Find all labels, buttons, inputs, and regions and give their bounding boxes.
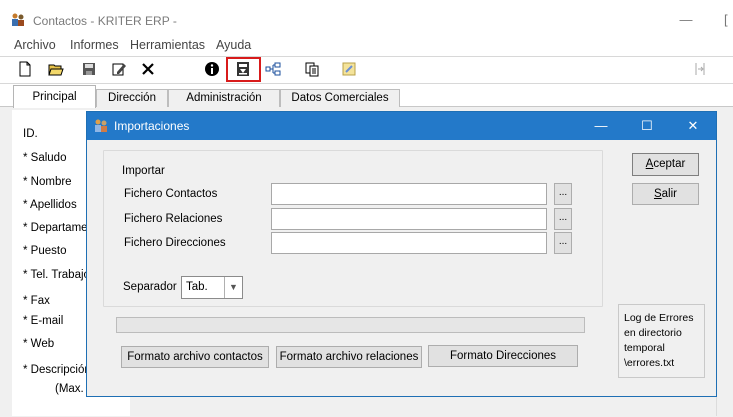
import-group-label: Importar <box>120 165 167 177</box>
dialog-maximize-button[interactable]: ☐ <box>624 112 670 140</box>
error-log-text: Log de Errores en directorio temporal \e… <box>624 312 694 369</box>
contacts-format-button[interactable]: Formato archivo contactos <box>121 346 269 368</box>
tab-principal[interactable]: Principal <box>13 85 96 108</box>
tab-administracion[interactable]: Administración <box>168 89 280 107</box>
menu-archivo[interactable]: Archivo <box>14 38 56 52</box>
app-logo-icon <box>12 13 24 26</box>
menu-ayuda[interactable]: Ayuda <box>216 38 251 52</box>
separator-label: Separador <box>123 281 177 293</box>
contacts-file-browse-button[interactable]: ... <box>554 183 572 205</box>
dialog-title-bar: Importaciones — ☐ ✕ <box>87 112 716 140</box>
contacts-file-input[interactable] <box>271 183 547 205</box>
save-icon[interactable] <box>81 61 97 77</box>
addresses-format-button[interactable]: Formato Direcciones <box>428 345 578 367</box>
field-label-puesto: * Puesto <box>23 245 67 257</box>
note-icon[interactable] <box>341 61 357 77</box>
field-label-departamento: * Departamen <box>23 222 94 234</box>
field-label-fax: * Fax <box>23 295 50 307</box>
menu-informes[interactable]: Informes <box>70 38 119 52</box>
tab-direccion[interactable]: Dirección <box>96 89 168 107</box>
exit-label: alir <box>661 188 677 200</box>
dialog-title: Importaciones <box>114 119 190 133</box>
addresses-file-browse-button[interactable]: ... <box>554 232 572 254</box>
field-label-apellidos: * Apellidos <box>23 199 77 211</box>
field-label-tel-trabajo: * Tel. Trabajo <box>23 269 90 281</box>
main-right-edge <box>716 120 733 416</box>
window-title: Contactos - KRITER ERP - <box>33 14 177 28</box>
chevron-down-icon[interactable]: ▼ <box>224 277 242 298</box>
dialog-app-icon <box>95 119 107 132</box>
menu-herramientas[interactable]: Herramientas <box>130 38 205 52</box>
relations-file-label: Fichero Relaciones <box>124 213 223 225</box>
maximize-button[interactable]: [ <box>724 12 733 28</box>
separator-value: Tab. <box>186 281 208 293</box>
delete-icon[interactable] <box>140 61 156 77</box>
tab-strip: Principal Dirección Administración Datos… <box>0 85 733 108</box>
menu-bar: Archivo Informes Herramientas Ayuda <box>0 38 733 56</box>
error-log-info-box: Log de Errores en directorio temporal \e… <box>618 304 705 378</box>
edit-icon[interactable] <box>111 61 127 77</box>
relations-format-button[interactable]: Formato archivo relaciones <box>276 346 422 368</box>
exit-button[interactable]: Salir <box>632 183 699 205</box>
separator-select[interactable]: Tab. ▼ <box>181 276 243 299</box>
tree-icon[interactable] <box>265 61 281 77</box>
contacts-file-label: Fichero Contactos <box>124 188 218 200</box>
import-dialog: Importaciones — ☐ ✕ Importar Fichero Con… <box>86 111 717 397</box>
new-file-icon[interactable] <box>17 61 33 77</box>
field-label-nombre: * Nombre <box>23 176 72 188</box>
import-progress-bar <box>116 317 585 333</box>
exit-accelerator: S <box>653 188 662 200</box>
field-label-descripcion: * Descripción <box>23 364 91 376</box>
relations-file-browse-button[interactable]: ... <box>554 208 572 230</box>
accept-button[interactable]: Aceptar <box>632 153 699 176</box>
field-label-id: ID. <box>23 128 38 140</box>
toolbar <box>0 56 733 84</box>
tab-datos-comerciales[interactable]: Datos Comerciales <box>280 89 400 107</box>
minimize-button[interactable]: — <box>676 12 696 28</box>
open-folder-icon[interactable] <box>48 61 64 77</box>
dialog-minimize-button[interactable]: — <box>578 112 624 140</box>
addresses-file-input[interactable] <box>271 232 547 254</box>
dialog-close-button[interactable]: ✕ <box>670 112 716 140</box>
accept-label: ceptar <box>653 158 686 170</box>
relations-file-input[interactable] <box>271 208 547 230</box>
field-label-saludo: * Saludo <box>23 152 67 164</box>
info-icon[interactable] <box>204 61 220 77</box>
import-icon-highlight <box>226 57 261 82</box>
nav-icon[interactable] <box>692 61 708 77</box>
copy-icon[interactable] <box>304 61 320 77</box>
field-label-web: * Web <box>23 338 55 350</box>
field-label-email: * E-mail <box>23 315 64 327</box>
addresses-file-label: Fichero Direcciones <box>124 237 226 249</box>
